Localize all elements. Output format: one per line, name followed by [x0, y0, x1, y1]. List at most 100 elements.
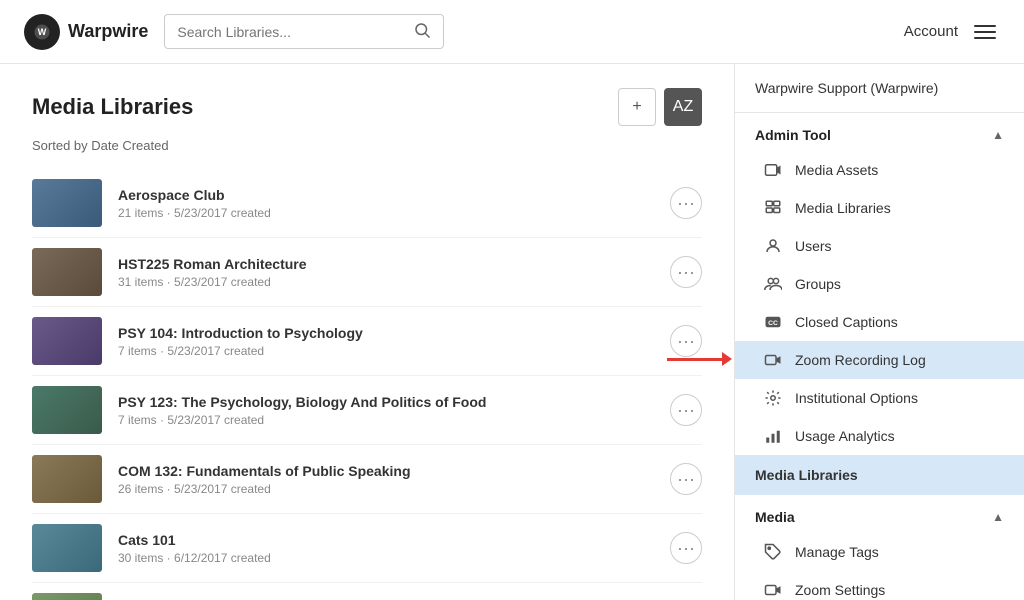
- more-options-button[interactable]: ···: [670, 394, 702, 426]
- library-name: Cats 101: [118, 532, 654, 548]
- list-item[interactable]: PSY 104: Introduction to Psychology 7 it…: [32, 307, 702, 376]
- list-item[interactable]: Aerospace Club 21 items · 5/23/2017 crea…: [32, 169, 702, 238]
- library-thumbnail: [32, 386, 102, 434]
- sidebar-item-label: Zoom Recording Log: [795, 352, 926, 368]
- media-libraries-section-text: Media Libraries: [755, 467, 858, 483]
- logo-icon: W: [24, 14, 60, 50]
- header: W Warpwire Account: [0, 0, 1024, 64]
- menu-button[interactable]: [970, 21, 1000, 43]
- search-button[interactable]: [413, 21, 431, 42]
- video-icon: [763, 160, 783, 180]
- sidebar-item-media-assets[interactable]: Media Assets: [735, 151, 1024, 189]
- sidebar: Warpwire Support (Warpwire) Admin Tool ▲…: [734, 64, 1024, 600]
- library-thumbnail: [32, 455, 102, 503]
- media-label: Media: [755, 509, 795, 525]
- library-info: Aerospace Club 21 items · 5/23/2017 crea…: [118, 187, 654, 220]
- sidebar-item-groups[interactable]: Groups: [735, 265, 1024, 303]
- sidebar-item-label: Institutional Options: [795, 390, 918, 406]
- admin-tool-label: Admin Tool: [755, 127, 831, 143]
- bar-chart-icon: [763, 426, 783, 446]
- library-info: PSY 104: Introduction to Psychology 7 it…: [118, 325, 654, 358]
- library-info: Cats 101 30 items · 6/12/2017 created: [118, 532, 654, 565]
- sidebar-item-manage-tags[interactable]: Manage Tags: [735, 533, 1024, 571]
- library-name: PSY 123: The Psychology, Biology And Pol…: [118, 394, 654, 410]
- list-item[interactable]: PSY 123: The Psychology, Biology And Pol…: [32, 376, 702, 445]
- account-label: Account: [904, 23, 958, 40]
- library-thumbnail: [32, 317, 102, 365]
- sidebar-item-label: Media Assets: [795, 162, 878, 178]
- library-thumbnail: [32, 179, 102, 227]
- sidebar-item-closed-captions[interactable]: CC Closed Captions: [735, 303, 1024, 341]
- more-options-button[interactable]: ···: [670, 463, 702, 495]
- page-title: Media Libraries: [32, 94, 193, 120]
- library-meta: 30 items · 6/12/2017 created: [118, 551, 654, 565]
- library-info: HST225 Roman Architecture 31 items · 5/2…: [118, 256, 654, 289]
- svg-text:W: W: [38, 27, 47, 37]
- media-items: Manage Tags Zoom Settings: [735, 533, 1024, 600]
- more-options-button[interactable]: ···: [670, 256, 702, 288]
- library-name: PSY 104: Introduction to Psychology: [118, 325, 654, 341]
- library-thumbnail: [32, 593, 102, 600]
- sidebar-item-label: Zoom Settings: [795, 582, 885, 598]
- media-libraries-section-label[interactable]: Media Libraries: [735, 455, 1024, 495]
- sidebar-user: Warpwire Support (Warpwire): [735, 64, 1024, 113]
- sidebar-item-label: Usage Analytics: [795, 428, 895, 444]
- logo-text: Warpwire: [68, 21, 148, 42]
- content-header: Media Libraries + AZ: [32, 88, 702, 126]
- list-item[interactable]: Food 101 18 items · 6/22/2017 created ··…: [32, 583, 702, 600]
- sort-az-button[interactable]: AZ: [664, 88, 702, 126]
- library-list: Aerospace Club 21 items · 5/23/2017 crea…: [32, 169, 702, 600]
- library-meta: 21 items · 5/23/2017 created: [118, 206, 654, 220]
- gear-icon: [763, 388, 783, 408]
- sort-label: Sorted by Date Created: [32, 138, 702, 153]
- library-meta: 26 items · 5/23/2017 created: [118, 482, 654, 496]
- more-options-button[interactable]: ···: [670, 532, 702, 564]
- hamburger-line-2: [974, 31, 996, 33]
- video-camera-icon: [763, 580, 783, 600]
- search-input[interactable]: [177, 24, 413, 40]
- library-name: HST225 Roman Architecture: [118, 256, 654, 272]
- list-item[interactable]: Cats 101 30 items · 6/12/2017 created ··…: [32, 514, 702, 583]
- grid-icon: [763, 198, 783, 218]
- sidebar-item-usage-analytics[interactable]: Usage Analytics: [735, 417, 1024, 455]
- more-options-button[interactable]: ···: [670, 325, 702, 357]
- tag-icon: [763, 542, 783, 562]
- sidebar-item-zoom-recording-log[interactable]: Zoom Recording Log: [735, 341, 1024, 379]
- sidebar-item-institutional-options[interactable]: Institutional Options: [735, 379, 1024, 417]
- library-thumbnail: [32, 524, 102, 572]
- sidebar-item-label: Groups: [795, 276, 841, 292]
- admin-tool-section: Admin Tool ▲: [735, 113, 1024, 151]
- user-icon: [763, 236, 783, 256]
- library-meta: 31 items · 5/23/2017 created: [118, 275, 654, 289]
- sidebar-item-label: Manage Tags: [795, 544, 879, 560]
- add-library-button[interactable]: +: [618, 88, 656, 126]
- admin-tool-chevron: ▲: [992, 128, 1004, 142]
- list-item[interactable]: HST225 Roman Architecture 31 items · 5/2…: [32, 238, 702, 307]
- header-right: Account: [904, 21, 1000, 43]
- admin-items: Media Assets Media Libraries Users Group…: [735, 151, 1024, 455]
- search-icon: [413, 21, 431, 39]
- library-name: Aerospace Club: [118, 187, 654, 203]
- header-left: W Warpwire: [24, 14, 444, 50]
- video-camera-icon: [763, 350, 783, 370]
- sidebar-item-label: Users: [795, 238, 832, 254]
- sidebar-item-media-libraries[interactable]: Media Libraries: [735, 189, 1024, 227]
- library-thumbnail: [32, 248, 102, 296]
- hamburger-line-1: [974, 25, 996, 27]
- library-info: PSY 123: The Psychology, Biology And Pol…: [118, 394, 654, 427]
- sidebar-item-label: Closed Captions: [795, 314, 898, 330]
- media-section: Media ▲: [735, 495, 1024, 533]
- library-meta: 7 items · 5/23/2017 created: [118, 413, 654, 427]
- more-options-button[interactable]: ···: [670, 187, 702, 219]
- list-item[interactable]: COM 132: Fundamentals of Public Speaking…: [32, 445, 702, 514]
- sidebar-item-zoom-settings[interactable]: Zoom Settings: [735, 571, 1024, 600]
- library-meta: 7 items · 5/23/2017 created: [118, 344, 654, 358]
- sidebar-item-label: Media Libraries: [795, 200, 891, 216]
- main-layout: Media Libraries + AZ Sorted by Date Crea…: [0, 64, 1024, 600]
- sidebar-item-users[interactable]: Users: [735, 227, 1024, 265]
- library-name: COM 132: Fundamentals of Public Speaking: [118, 463, 654, 479]
- logo[interactable]: W Warpwire: [24, 14, 148, 50]
- svg-text:CC: CC: [768, 320, 778, 327]
- content-area: Media Libraries + AZ Sorted by Date Crea…: [0, 64, 734, 600]
- users-icon: [763, 274, 783, 294]
